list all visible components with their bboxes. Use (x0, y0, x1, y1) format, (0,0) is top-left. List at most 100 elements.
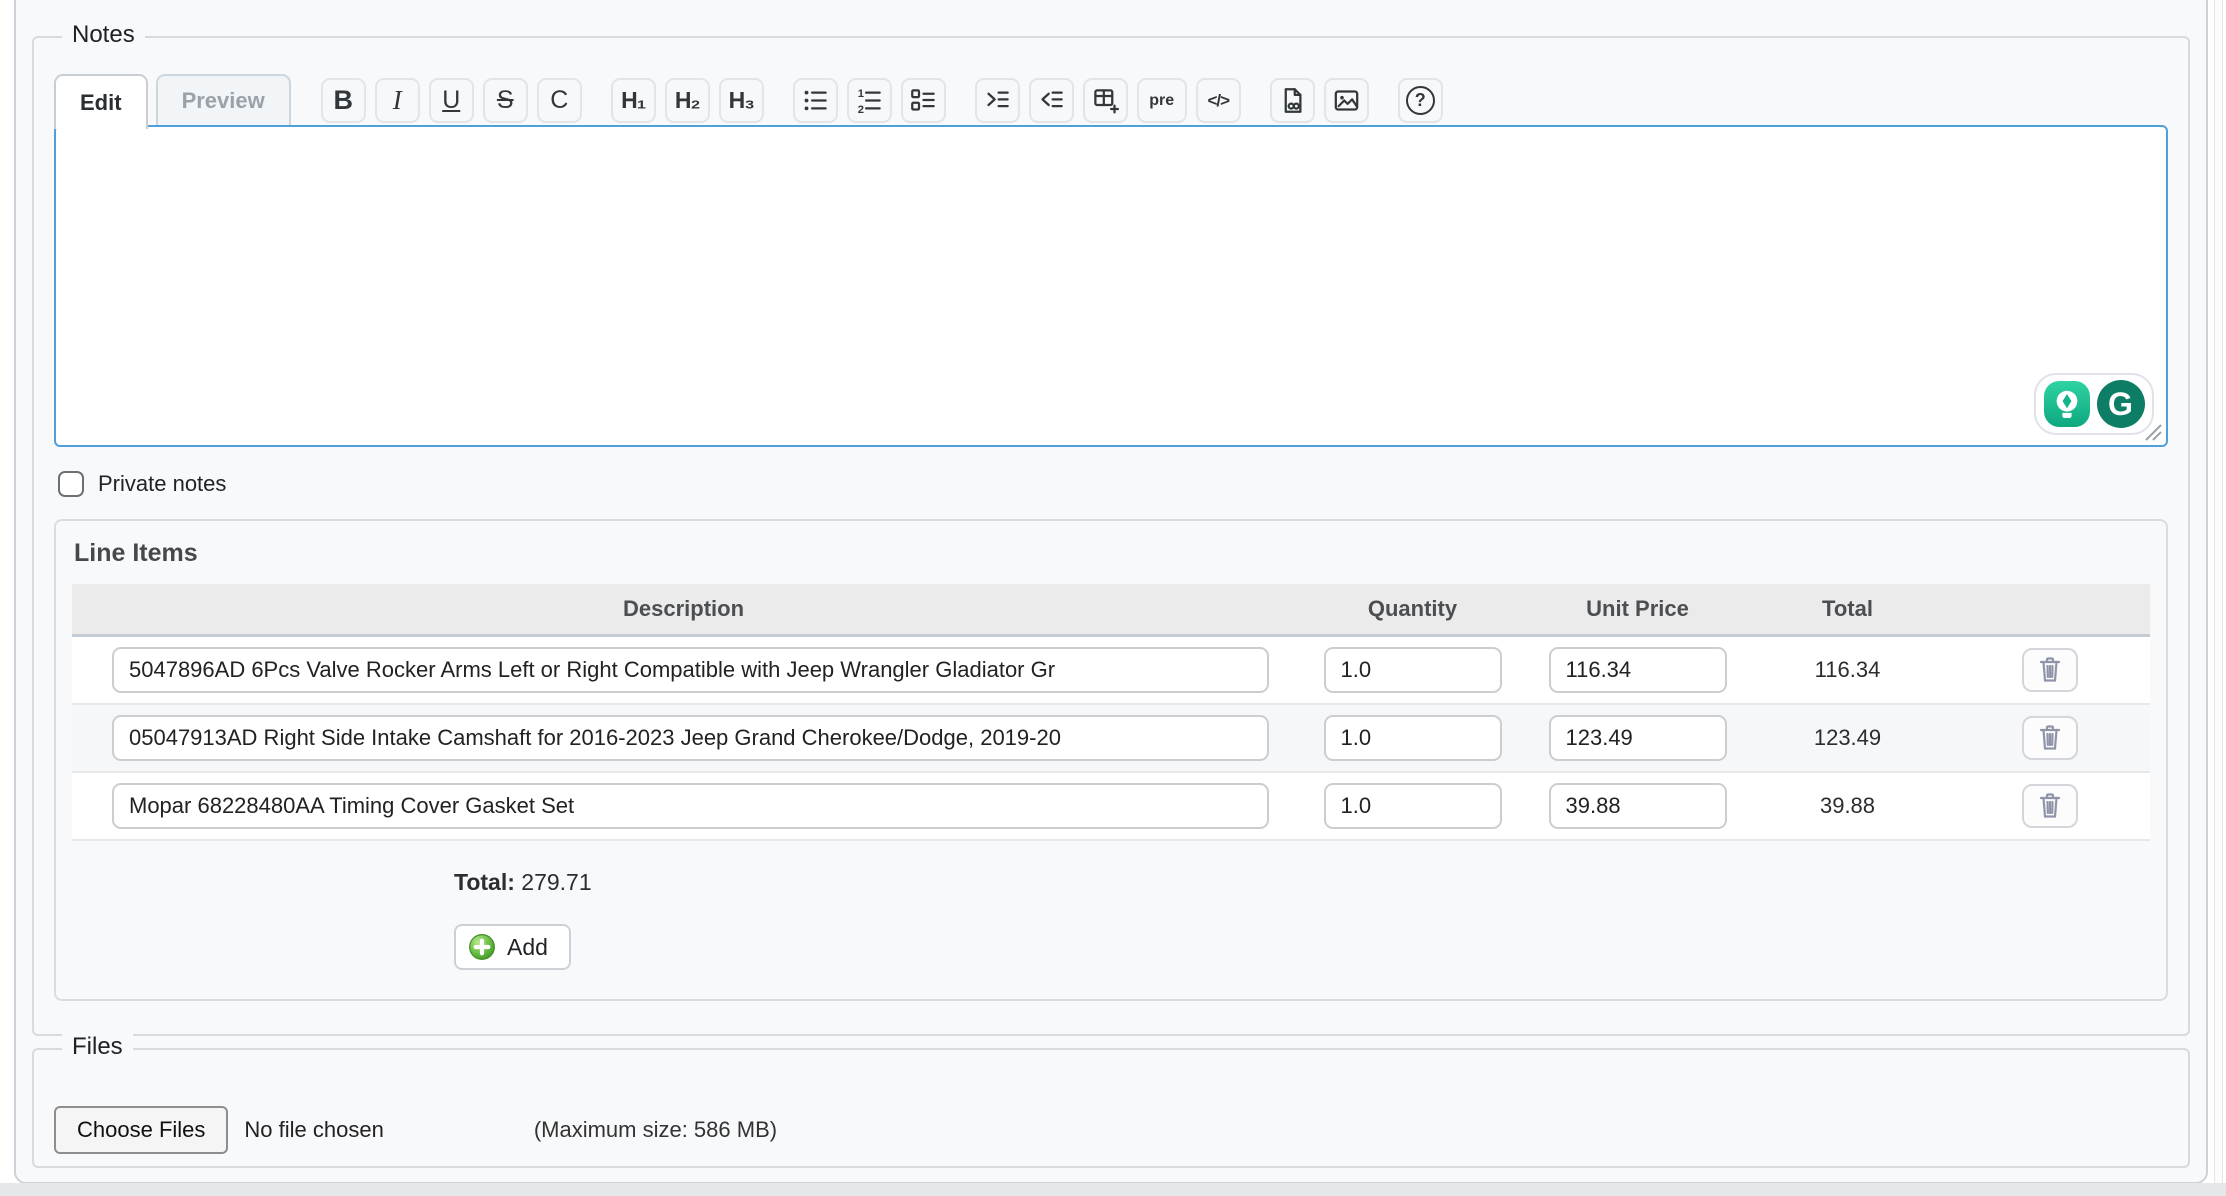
description-input[interactable] (112, 715, 1269, 761)
insert-image-icon (1333, 87, 1360, 114)
grand-total-value: 279.71 (521, 869, 591, 895)
viewport-bottom-edge (0, 1183, 2226, 1196)
files-fieldset: Files Choose Files No file chosen (Maxim… (32, 1048, 2190, 1168)
heading3-icon: H₃ (729, 89, 754, 112)
grammarly-logo-button[interactable]: G (2097, 380, 2145, 428)
heading1-icon: H₁ (621, 89, 645, 112)
table-row: 116.34 (72, 637, 2150, 705)
outdent-icon (1038, 87, 1065, 114)
heading2-button[interactable]: H₂ (665, 78, 710, 123)
ordered-list-icon: 1 2 (856, 87, 883, 114)
page-scrollbar[interactable] (2214, 0, 2223, 1196)
strikethrough-button[interactable]: S (483, 78, 528, 123)
private-notes-row: Private notes (58, 471, 2168, 497)
code-block-button[interactable]: </> (1196, 78, 1241, 123)
column-header-description: Description (72, 584, 1295, 637)
column-header-total: Total (1745, 584, 1950, 637)
underline-button[interactable]: U (429, 78, 474, 123)
tab-edit-label: Edit (80, 90, 122, 116)
bold-icon: B (333, 87, 353, 114)
task-list-button[interactable] (901, 78, 946, 123)
italic-icon: I (393, 87, 402, 114)
unordered-list-button[interactable] (793, 78, 838, 123)
notes-textarea[interactable] (56, 127, 2166, 445)
svg-text:1: 1 (857, 88, 863, 100)
editor-toolbar: B I U S C H₁ H₂ H₃ (321, 78, 1443, 123)
add-line-item-button[interactable]: Add (454, 924, 571, 970)
bold-button[interactable]: B (321, 78, 366, 123)
insert-table-button[interactable] (1083, 78, 1128, 123)
svg-text:2: 2 (857, 104, 863, 116)
quantity-input[interactable] (1324, 647, 1502, 693)
ordered-list-button[interactable]: 1 2 (847, 78, 892, 123)
private-notes-checkbox[interactable] (58, 471, 84, 497)
row-total-value: 123.49 (1745, 705, 1950, 773)
grammarly-suggestions-bulb-icon (2044, 381, 2090, 427)
italic-button[interactable]: I (375, 78, 420, 123)
quantity-input[interactable] (1324, 715, 1502, 761)
line-items-box: Line Items Description Quantity Unit Pri… (54, 519, 2168, 1001)
line-items-table: Description Quantity Unit Price Total 11… (72, 584, 2150, 841)
tab-edit[interactable]: Edit (54, 74, 148, 129)
resize-handle-icon[interactable] (2141, 420, 2163, 442)
inline-code-button[interactable]: C (537, 78, 582, 123)
delete-row-button[interactable] (2022, 648, 2078, 692)
help-button[interactable]: ? (1398, 78, 1443, 123)
line-items-heading: Line Items (74, 539, 2150, 568)
files-legend: Files (62, 1033, 133, 1062)
editor-tabs-toolbar: Edit Preview B I U S C H₁ H₂ H₃ (54, 74, 2168, 125)
preformatted-button[interactable]: pre (1137, 78, 1187, 123)
trash-icon (2038, 725, 2062, 751)
underline-icon: U (442, 88, 460, 113)
row-total-value: 116.34 (1745, 637, 1950, 705)
heading1-button[interactable]: H₁ (611, 78, 656, 123)
task-list-icon (910, 87, 937, 114)
code-block-icon: </> (1207, 92, 1229, 109)
tab-preview-label: Preview (182, 88, 265, 114)
column-header-unit-price: Unit Price (1530, 584, 1745, 637)
insert-table-icon (1092, 87, 1119, 114)
help-icon: ? (1406, 86, 1435, 115)
grammarly-widget: G (2034, 373, 2154, 435)
trash-icon (2038, 657, 2062, 683)
description-input[interactable] (112, 647, 1269, 693)
add-plus-icon (468, 933, 496, 961)
add-button-label: Add (507, 934, 548, 961)
notes-fieldset: Notes Edit Preview B I U S C H₁ H₂ H₃ (32, 36, 2190, 1036)
inline-code-icon: C (550, 88, 568, 113)
unit-price-input[interactable] (1549, 783, 1727, 829)
heading2-icon: H₂ (675, 89, 700, 112)
row-total-value: 39.88 (1745, 773, 1950, 841)
trash-icon (2038, 793, 2062, 819)
table-header-row: Description Quantity Unit Price Total (72, 584, 2150, 637)
grammarly-logo-icon: G (2097, 380, 2145, 428)
grand-total-line: Total: 279.71 (454, 869, 2150, 896)
quantity-input[interactable] (1324, 783, 1502, 829)
choose-files-button[interactable]: Choose Files (54, 1106, 228, 1154)
heading3-button[interactable]: H₃ (719, 78, 764, 123)
link-file-button[interactable] (1270, 78, 1315, 123)
preformatted-icon: pre (1149, 93, 1174, 109)
tab-preview[interactable]: Preview (156, 74, 291, 125)
indent-button[interactable] (975, 78, 1020, 123)
file-chosen-status: No file chosen (244, 1117, 383, 1143)
column-header-quantity: Quantity (1295, 584, 1530, 637)
unit-price-input[interactable] (1549, 647, 1727, 693)
insert-image-button[interactable] (1324, 78, 1369, 123)
outdent-button[interactable] (1029, 78, 1074, 123)
private-notes-label: Private notes (98, 471, 226, 497)
unordered-list-icon (802, 87, 829, 114)
unit-price-input[interactable] (1549, 715, 1727, 761)
indent-icon (984, 87, 1011, 114)
grand-total-label: Total: (454, 869, 515, 895)
link-file-icon (1279, 87, 1306, 114)
table-row: 123.49 (72, 705, 2150, 773)
form-container: Notes Edit Preview B I U S C H₁ H₂ H₃ (14, 0, 2208, 1184)
delete-row-button[interactable] (2022, 716, 2078, 760)
description-input[interactable] (112, 783, 1269, 829)
notes-legend: Notes (62, 21, 145, 50)
file-upload-row: Choose Files No file chosen (Maximum siz… (54, 1106, 2168, 1154)
max-size-note: (Maximum size: 586 MB) (534, 1117, 777, 1143)
grammarly-suggestions-button[interactable] (2044, 381, 2090, 427)
delete-row-button[interactable] (2022, 784, 2078, 828)
